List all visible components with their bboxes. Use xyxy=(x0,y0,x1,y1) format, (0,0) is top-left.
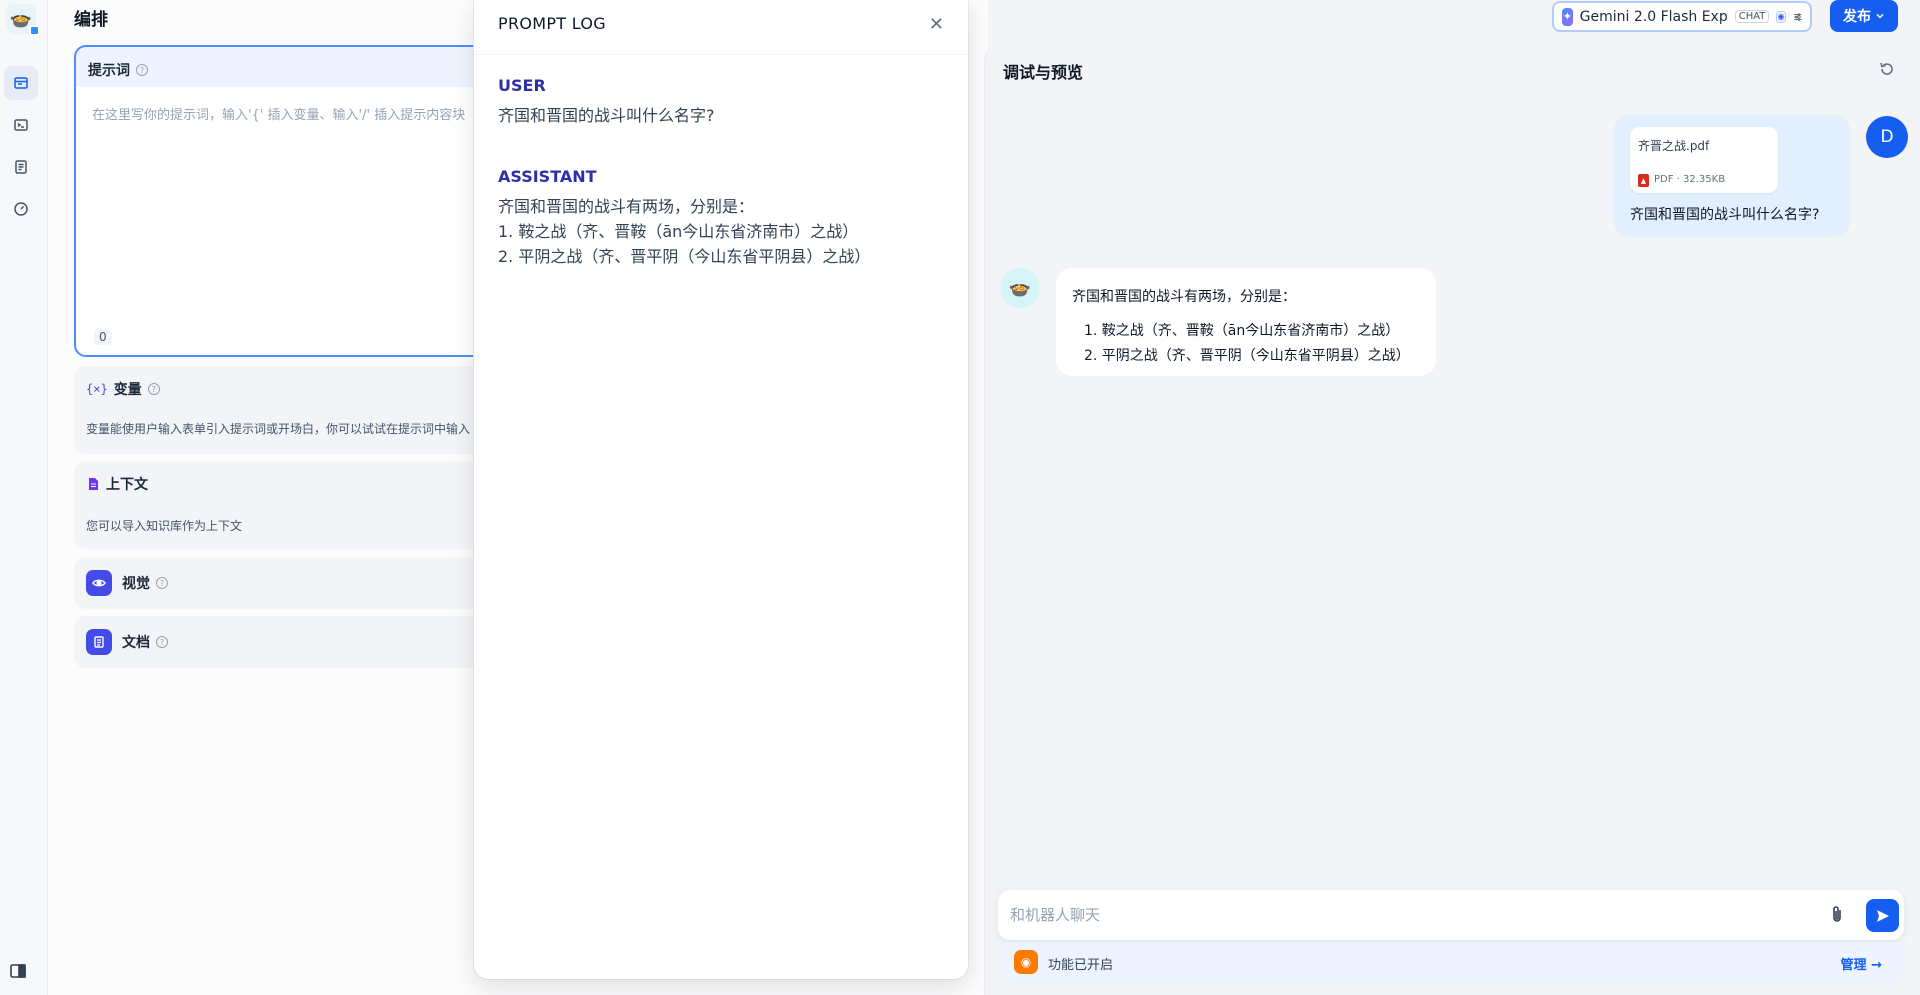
send-icon xyxy=(1876,909,1889,922)
file-name: 齐晋之战.pdf xyxy=(1638,139,1710,153)
char-count: 0 xyxy=(94,329,112,345)
help-icon[interactable]: ? xyxy=(156,636,168,648)
variables-header: {×} 变量 ? xyxy=(86,379,160,399)
document-icon xyxy=(89,478,98,490)
gemini-icon: ✦ xyxy=(1562,7,1573,26)
prompt-card-header: 提示词 ? xyxy=(88,60,148,80)
variables-card: {×} 变量 ? 变量能使用户输入表单引入提示词或开场白，你可以试试在提示词中输… xyxy=(74,366,534,454)
user-role-label: USER xyxy=(498,76,546,95)
manage-label: 管理 xyxy=(1840,958,1867,973)
bot-message-item: 1. 鞍之战（齐、晋鞍（ān今山东省济南市）之战） xyxy=(1084,323,1400,339)
context-description: 您可以导入知识库作为上下文 xyxy=(86,519,243,533)
vision-card: 视觉 ? xyxy=(74,557,534,609)
app-type-badge-icon xyxy=(29,25,40,36)
assistant-role-label: ASSISTANT xyxy=(498,167,597,186)
variables-description: 变量能使用户输入表单引入提示词或开场白，你可以试试在提示词中输入 xyxy=(86,422,471,436)
model-selector[interactable]: ✦ Gemini 2.0 Flash Exp CHAT ◉ xyxy=(1552,1,1812,32)
features-icon: ◉ xyxy=(1014,950,1038,974)
feature-status-text: 功能已开启 xyxy=(1048,958,1114,973)
divider xyxy=(474,54,968,55)
assistant-log-line: 齐国和晋国的战斗有两场，分别是： xyxy=(498,197,755,216)
help-icon[interactable]: ? xyxy=(156,577,168,589)
publish-button[interactable]: 发布 xyxy=(1830,0,1898,32)
user-avatar: D xyxy=(1866,116,1908,158)
vision-capability-icon: ◉ xyxy=(1776,10,1786,23)
orchestrate-icon[interactable] xyxy=(4,66,38,100)
context-header: 上下文 xyxy=(86,474,148,494)
monitor-icon[interactable] xyxy=(4,192,38,226)
eye-icon xyxy=(86,570,112,596)
bot-message-bubble: 齐国和晋国的战斗有两场，分别是： 1. 鞍之战（齐、晋鞍（ān今山东省济南市）之… xyxy=(1056,268,1436,376)
variables-title: 变量 xyxy=(113,382,142,398)
chat-input-box xyxy=(998,890,1904,940)
chevron-down-icon xyxy=(1876,13,1884,19)
user-log-text: 齐国和晋国的战斗叫什么名字? xyxy=(498,106,715,125)
vision-title: 视觉 xyxy=(122,576,150,592)
document-card: 文档 ? xyxy=(74,616,534,668)
help-icon[interactable]: ? xyxy=(136,64,148,76)
settings-sliders-icon[interactable] xyxy=(1793,9,1802,25)
panel-icon[interactable] xyxy=(9,962,27,980)
page-title: 编排 xyxy=(74,10,108,30)
help-icon[interactable]: ? xyxy=(147,383,160,395)
prompt-editor[interactable] xyxy=(76,87,532,355)
file-meta: PDF · 32.35KB xyxy=(1654,174,1726,185)
manage-link[interactable]: 管理 → xyxy=(1841,954,1882,973)
attached-file-card[interactable]: 齐晋之战.pdf ▲ PDF · 32.35KB xyxy=(1630,127,1778,193)
send-button[interactable] xyxy=(1866,899,1899,932)
paperclip-icon[interactable] xyxy=(1826,904,1848,926)
document-title: 文档 xyxy=(122,635,150,651)
variable-icon: {×} xyxy=(86,382,108,396)
context-card: 上下文 您可以导入知识库作为上下文 xyxy=(74,461,534,549)
user-message-bubble: 齐晋之战.pdf ▲ PDF · 32.35KB 齐国和晋国的战斗叫什么名字? xyxy=(1614,115,1850,237)
model-name: Gemini 2.0 Flash Exp xyxy=(1579,8,1728,25)
publish-label: 发布 xyxy=(1843,9,1871,25)
app-logo-icon[interactable]: 🍲 xyxy=(6,4,40,36)
bot-message-item: 2. 平阴之战（齐、晋平阴（今山东省平阴县）之战） xyxy=(1084,348,1410,364)
logs-icon[interactable] xyxy=(4,150,38,184)
context-title: 上下文 xyxy=(106,477,148,493)
sidebar: 🍲 xyxy=(0,0,48,995)
document-header: 文档 ? xyxy=(86,629,168,655)
bot-message-intro: 齐国和晋国的战斗有两场，分别是： xyxy=(1072,289,1296,305)
prompt-log-panel: PROMPT LOG ✕ USER 齐国和晋国的战斗叫什么名字? ASSISTA… xyxy=(474,0,968,979)
chat-mode-tag: CHAT xyxy=(1734,10,1770,23)
terminal-icon[interactable] xyxy=(4,108,38,142)
prompt-title: 提示词 xyxy=(88,63,130,79)
close-icon[interactable]: ✕ xyxy=(929,14,944,35)
feature-status-bar: ◉ 功能已开启 管理 → xyxy=(1004,942,1904,982)
prompt-card: 提示词 ? 在这里写你的提示词，输入'{' 插入变量、输入'/' 插入提示内容块… xyxy=(74,45,534,357)
file-text-icon xyxy=(86,629,112,655)
refresh-icon[interactable] xyxy=(1878,60,1896,78)
bot-avatar-icon: 🍲 xyxy=(1000,268,1040,308)
user-message-text: 齐国和晋国的战斗叫什么名字? xyxy=(1630,207,1820,223)
pdf-icon: ▲ xyxy=(1638,174,1649,187)
assistant-log-line: 2. 平阴之战（齐、晋平阴（今山东省平阴县）之战） xyxy=(498,247,871,266)
prompt-placeholder[interactable]: 在这里写你的提示词，输入'{' 插入变量、输入'/' 插入提示内容块 xyxy=(92,104,465,123)
assistant-log-line: 1. 鞍之战（齐、晋鞍（ān今山东省济南市）之战） xyxy=(498,222,859,241)
chat-input[interactable] xyxy=(1010,900,1790,930)
prompt-log-title: PROMPT LOG xyxy=(498,14,607,33)
arrow-right-icon: → xyxy=(1871,958,1882,973)
preview-title: 调试与预览 xyxy=(1003,63,1084,82)
vision-header: 视觉 ? xyxy=(86,570,168,596)
